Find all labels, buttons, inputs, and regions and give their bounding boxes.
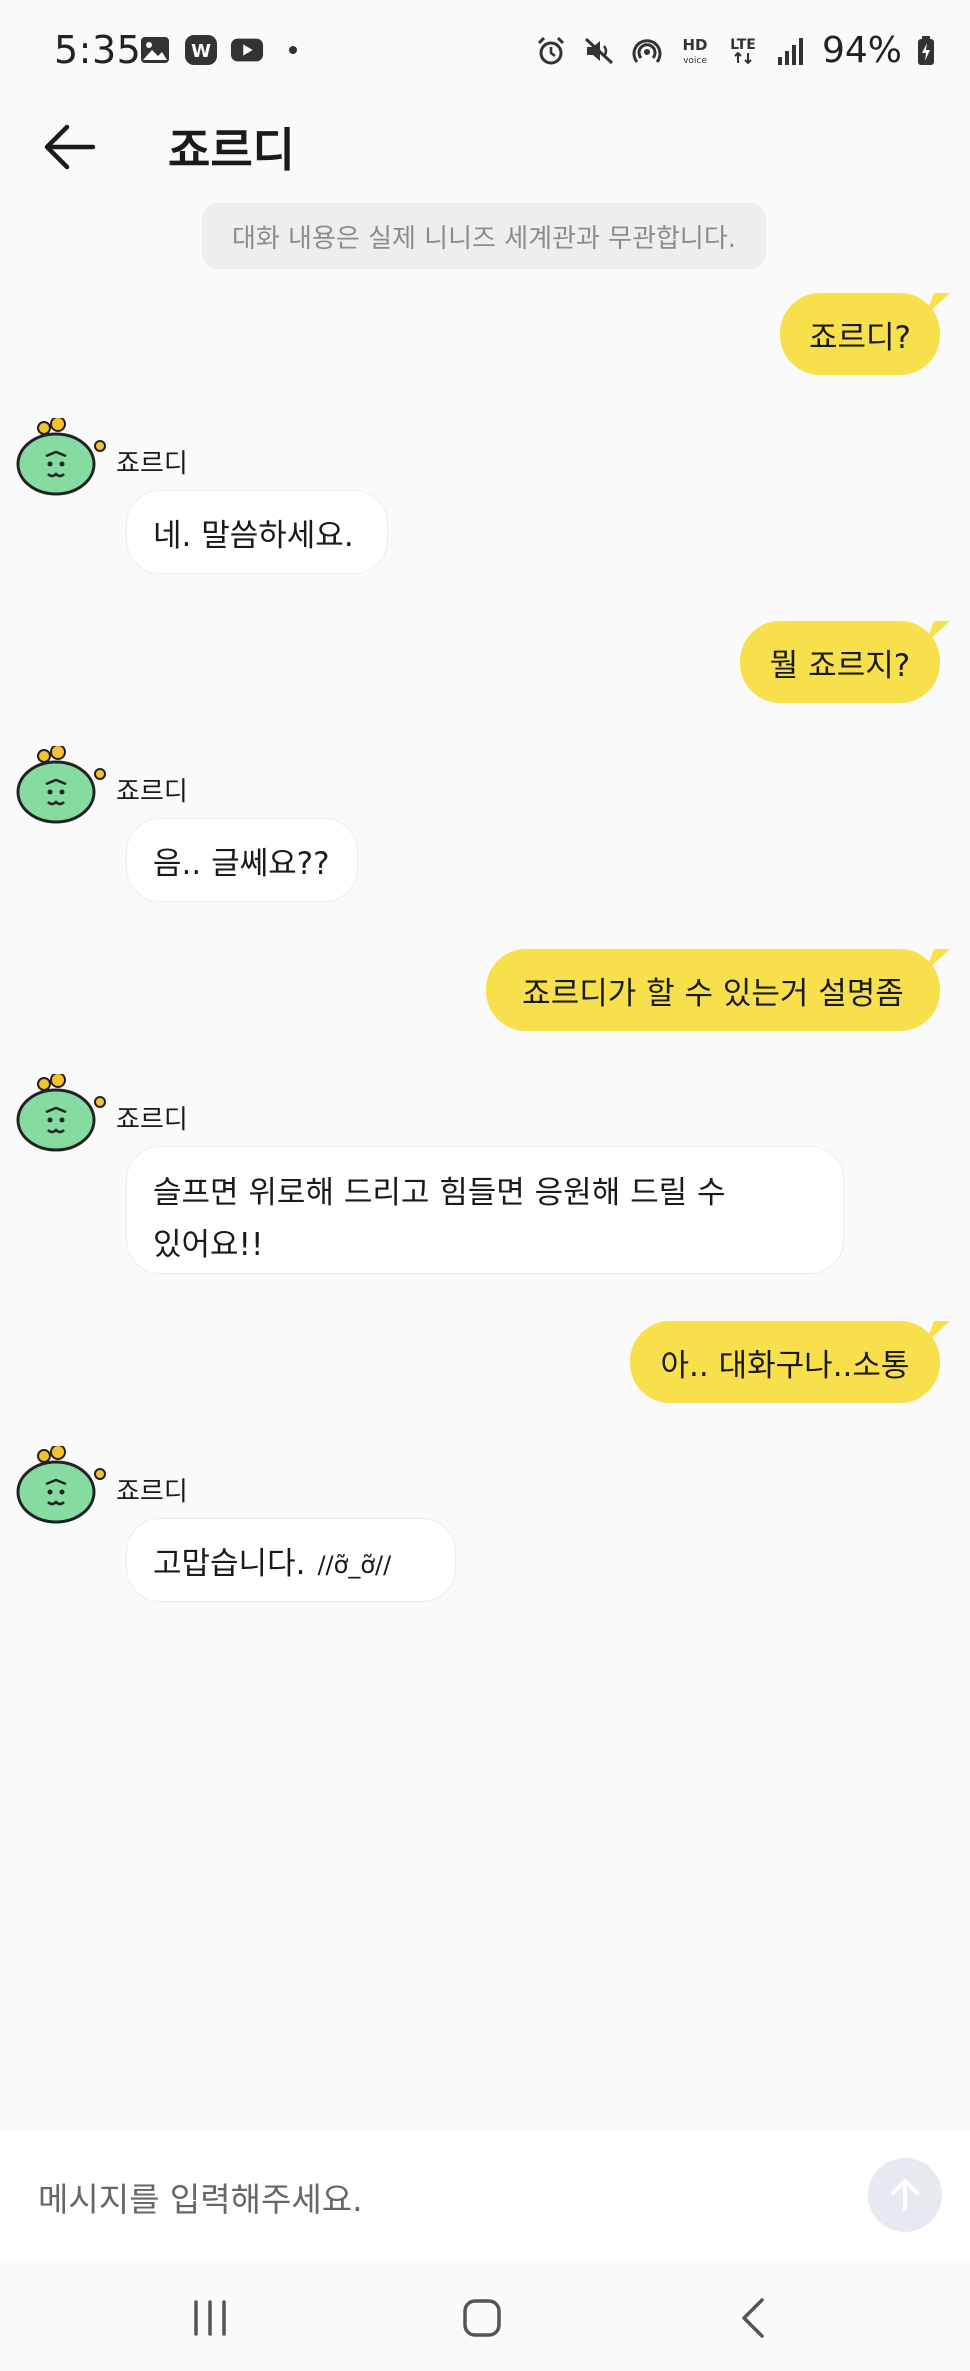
bot-message: 슬프면 위로해 드리고 힘들면 응원해 드릴 수 있어요!! xyxy=(126,1146,844,1274)
sender-name: 죠르디 xyxy=(116,1477,188,1507)
jordy-avatar-icon xyxy=(16,1074,106,1152)
sender-name: 죠르디 xyxy=(116,449,188,479)
bot-message: 고맙습니다. //ỡ_ỡ// xyxy=(126,1518,456,1602)
message-text: 고맙습니다. xyxy=(153,1545,306,1582)
signal-icon xyxy=(774,35,808,67)
message-input[interactable] xyxy=(36,2168,820,2230)
w-app-icon: W xyxy=(184,34,218,66)
send-button[interactable] xyxy=(868,2158,942,2232)
system-icons: HD voice LTE 94% xyxy=(534,30,936,71)
system-back-button[interactable] xyxy=(714,2286,794,2350)
home-icon xyxy=(463,2299,501,2337)
gallery-icon xyxy=(138,34,172,66)
youtube-icon xyxy=(230,34,264,66)
back-button[interactable] xyxy=(34,112,104,182)
user-message: 죠르디가 할 수 있는거 설명좀 xyxy=(486,949,940,1031)
system-nav-bar xyxy=(0,2260,970,2371)
notice-banner: 대화 내용은 실제 니니즈 세계관과 무관합니다. xyxy=(202,203,766,269)
sender-name: 죠르디 xyxy=(116,777,188,807)
notification-icons: W xyxy=(138,34,310,66)
dot-icon xyxy=(276,34,310,66)
mute-icon xyxy=(582,35,616,67)
svg-text:LTE: LTE xyxy=(730,37,756,53)
jordy-avatar-icon xyxy=(16,746,106,824)
chat-header: 죠르디 xyxy=(0,100,970,210)
message-text: 죠르디가 할 수 있는거 설명좀 xyxy=(522,975,904,1012)
svg-text:voice: voice xyxy=(683,56,707,66)
recents-icon xyxy=(194,2300,226,2336)
arrow-left-icon xyxy=(44,124,96,170)
user-message: 아.. 대화구나..소통 xyxy=(630,1321,940,1403)
alarm-icon xyxy=(534,35,568,67)
lte-icon: LTE xyxy=(726,35,760,67)
bot-message: 음.. 글쎄요?? xyxy=(126,818,358,902)
home-button[interactable] xyxy=(442,2286,522,2350)
jordy-avatar-icon xyxy=(16,418,106,496)
message-input-bar xyxy=(0,2130,970,2260)
hd-voice-icon: HD voice xyxy=(678,35,712,67)
arrow-up-icon xyxy=(891,2179,919,2211)
battery-percent: 94% xyxy=(821,30,902,71)
user-message: 죠르디? xyxy=(780,293,940,375)
message-text: 죠르디? xyxy=(808,319,911,356)
battery-icon xyxy=(916,35,936,67)
user-message: 뭘 죠르지? xyxy=(740,621,940,703)
recent-apps-button[interactable] xyxy=(170,2286,250,2350)
hotspot-icon xyxy=(630,35,664,67)
chevron-left-icon xyxy=(742,2298,764,2338)
svg-text:W: W xyxy=(191,41,211,62)
message-text: 네. 말씀하세요. xyxy=(153,517,354,554)
sender-name: 죠르디 xyxy=(116,1105,188,1135)
message-text-line: 슬프면 위로해 드리고 힘들면 응원해 드릴 수 xyxy=(153,1175,726,1211)
status-time: 5:35 xyxy=(54,28,142,72)
chat-title: 죠르디 xyxy=(168,123,295,177)
status-bar: 5:35 W HD voice LTE 94% xyxy=(0,0,970,100)
emoticon: //ỡ_ỡ// xyxy=(317,1551,392,1579)
svg-text:HD: HD xyxy=(682,36,707,54)
bot-message: 네. 말씀하세요. xyxy=(126,490,388,574)
jordy-avatar-icon xyxy=(16,1446,106,1524)
message-text-line: 있어요!! xyxy=(153,1227,264,1263)
message-text: 뭘 죠르지? xyxy=(769,647,911,684)
message-text: 아.. 대화구나..소통 xyxy=(660,1347,910,1384)
message-text: 음.. 글쎄요?? xyxy=(153,845,330,882)
